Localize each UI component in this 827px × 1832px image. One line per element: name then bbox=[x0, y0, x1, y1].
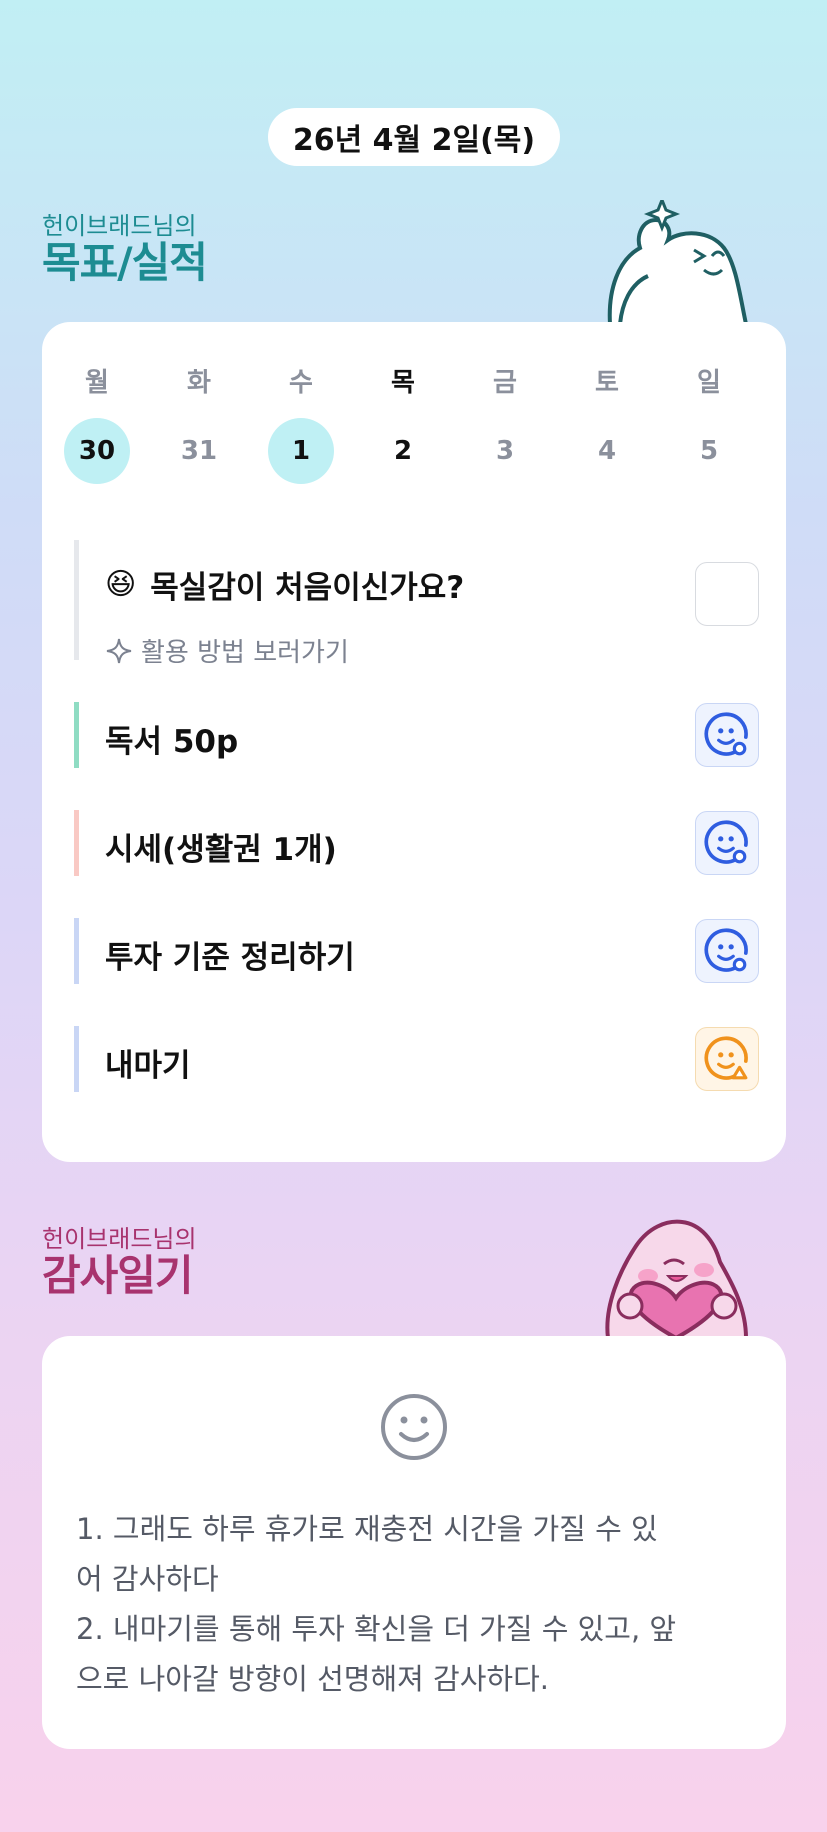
smiley-face-icon bbox=[381, 1394, 447, 1460]
calendar-day[interactable]: 금3 bbox=[470, 362, 540, 484]
calendar-day[interactable]: 목2 bbox=[368, 362, 438, 484]
weekday-label: 목 bbox=[391, 368, 415, 398]
goal-status-button[interactable] bbox=[695, 1027, 759, 1091]
status-face-orange-icon bbox=[704, 1036, 748, 1080]
calendar-day[interactable]: 일5 bbox=[674, 362, 744, 484]
date-number: 4 bbox=[597, 436, 617, 466]
goal-status-button[interactable] bbox=[695, 919, 759, 983]
date-number: 31 bbox=[180, 436, 218, 466]
date-number: 30 bbox=[64, 418, 130, 484]
weekday-label: 금 bbox=[493, 368, 517, 398]
goals-owner-label: 헌이브래드님의 bbox=[42, 212, 197, 240]
gratitude-owner-label: 헌이브래드님의 bbox=[42, 1225, 197, 1253]
date-number: 1 bbox=[268, 418, 334, 484]
goals-card: 월 30 화 31 수 1 목 2 금 3 토 4 일 5 😆 목실감이 처음이신가요? 활용 방법 보러… bbox=[42, 322, 786, 1162]
goal-item[interactable]: 독서 50p bbox=[74, 702, 759, 768]
mascot-pink-heart-icon bbox=[605, 1219, 749, 1338]
goal-title: 내마기 bbox=[105, 1048, 191, 1084]
goal-item[interactable]: 시세(생활권 1개) bbox=[74, 810, 759, 876]
intro-goal-item[interactable]: 😆 목실감이 처음이신가요? 활용 방법 보러가기 bbox=[74, 540, 759, 668]
gratitude-title: 감사일기 bbox=[42, 1251, 194, 1300]
goal-title: 투자 기준 정리하기 bbox=[105, 940, 355, 976]
usage-guide-link[interactable]: 활용 방법 보러가기 bbox=[105, 632, 349, 669]
weekday-label: 월 bbox=[85, 368, 109, 398]
intro-goal-title: 😆 목실감이 처음이신가요? bbox=[105, 567, 465, 606]
sparkle-icon bbox=[106, 638, 132, 663]
date-number: 5 bbox=[699, 436, 719, 466]
gratitude-section-header: 헌이브래드님의 감사일기 bbox=[42, 1225, 197, 1299]
goal-item[interactable]: 내마기 bbox=[74, 1026, 759, 1092]
goals-title: 목표/실적 bbox=[42, 238, 208, 287]
weekday-label: 수 bbox=[289, 368, 313, 398]
goal-status-button[interactable] bbox=[695, 811, 759, 875]
intro-goal-checkbox[interactable] bbox=[695, 562, 759, 626]
goal-title: 시세(생활권 1개) bbox=[105, 832, 337, 868]
status-face-blue-icon bbox=[704, 928, 748, 972]
goal-status-button[interactable] bbox=[695, 703, 759, 767]
weekday-label: 일 bbox=[697, 368, 721, 398]
mascot-teal-icon bbox=[607, 200, 749, 324]
date-number: 3 bbox=[495, 436, 515, 466]
gratitude-entry-text: 1. 그래도 하루 휴가로 재충전 시간을 가질 수 있 어 감사하다 2. 내… bbox=[76, 1512, 677, 1696]
goals-section-header: 헌이브래드님의 목표/실적 bbox=[42, 212, 208, 287]
laughing-emoji-icon: 😆 bbox=[105, 567, 137, 602]
calendar-day[interactable]: 월 30 bbox=[62, 362, 132, 484]
status-face-blue-icon bbox=[704, 820, 748, 864]
status-face-blue-icon bbox=[704, 712, 748, 756]
weekday-label: 화 bbox=[187, 368, 211, 398]
goal-item[interactable]: 투자 기준 정리하기 bbox=[74, 918, 759, 984]
date-selector[interactable]: 26년 4월 2일(목) bbox=[268, 108, 560, 166]
calendar-day[interactable]: 수1 bbox=[266, 362, 336, 484]
date-number: 2 bbox=[393, 436, 413, 466]
goal-title: 독서 50p bbox=[105, 724, 239, 760]
calendar-day[interactable]: 화 31 bbox=[164, 362, 234, 484]
calendar-day[interactable]: 토4 bbox=[572, 362, 642, 484]
gratitude-card: 1. 그래도 하루 휴가로 재충전 시간을 가질 수 있 어 감사하다 2. 내… bbox=[42, 1336, 786, 1749]
weekday-label: 토 bbox=[595, 368, 619, 398]
